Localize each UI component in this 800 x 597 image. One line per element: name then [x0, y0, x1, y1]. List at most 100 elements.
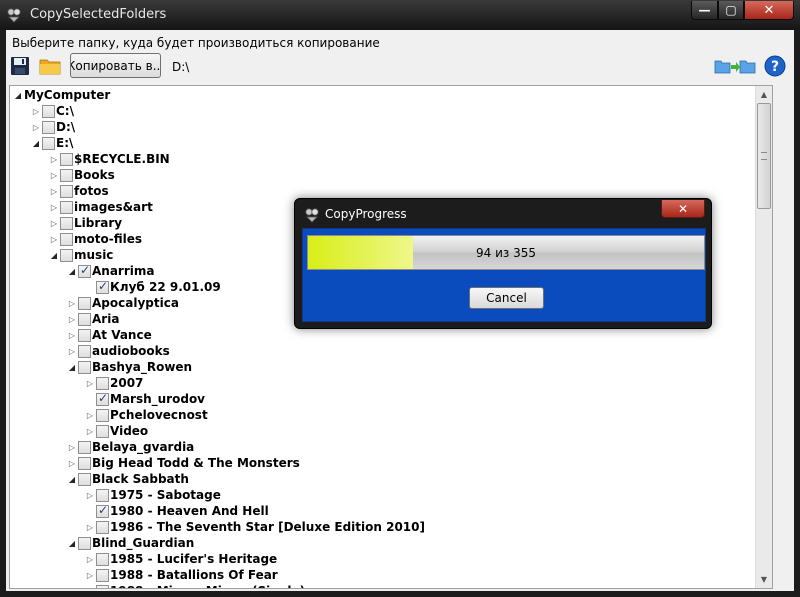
tree-node[interactable]: ▷ audiobooks	[66, 343, 170, 359]
title-bar[interactable]: CopySelectedFolders — ▢ ✕	[0, 0, 800, 30]
tree-node[interactable]: 1980 - Heaven And Hell	[84, 503, 269, 519]
collapse-arrow-icon[interactable]: ◢	[30, 137, 42, 149]
folder-checkbox[interactable]	[96, 584, 109, 588]
tree-node[interactable]: ▷ Big Head Todd & The Monsters	[66, 455, 300, 471]
folder-checkbox[interactable]	[60, 232, 73, 246]
collapse-arrow-icon[interactable]: ◢	[48, 249, 60, 261]
folder-checkbox[interactable]	[78, 472, 91, 486]
tree-scrollbar[interactable]: ▲ ▼	[755, 86, 772, 588]
expand-arrow-icon[interactable]: ▷	[84, 409, 96, 421]
dialog-close-button[interactable]: ✕	[661, 200, 705, 218]
tree-node[interactable]: ▷ images&art	[48, 199, 153, 215]
tree-node[interactable]: ▷ 1985 - Lucifer's Heritage	[84, 551, 277, 567]
folder-checkbox[interactable]	[78, 360, 91, 374]
scroll-down-icon[interactable]: ▼	[756, 571, 772, 588]
folder-checkbox[interactable]	[96, 488, 109, 502]
folder-checkbox[interactable]	[78, 328, 91, 342]
expand-arrow-icon[interactable]: ▷	[66, 345, 78, 357]
tree-node[interactable]: ▷ 1975 - Sabotage	[84, 487, 221, 503]
folder-checkbox[interactable]	[78, 296, 91, 310]
tree-node[interactable]: ▷ Video	[84, 423, 148, 439]
expand-arrow-icon[interactable]: ▷	[66, 313, 78, 325]
copy-to-button[interactable]: Копировать в...	[70, 53, 161, 78]
help-icon[interactable]: ?	[764, 55, 786, 77]
tree-node[interactable]: ◢ music	[48, 247, 114, 263]
collapse-arrow-icon[interactable]: ◢	[12, 89, 24, 101]
folder-checkbox[interactable]	[78, 344, 91, 358]
collapse-arrow-icon[interactable]: ◢	[66, 265, 78, 277]
folder-checkbox[interactable]	[96, 279, 109, 294]
expand-arrow-icon[interactable]: ▷	[66, 441, 78, 453]
folder-checkbox[interactable]	[96, 391, 109, 406]
folder-checkbox[interactable]	[78, 456, 91, 470]
folder-checkbox[interactable]	[60, 152, 73, 166]
tree-node[interactable]: ▷ At Vance	[66, 327, 152, 343]
expand-arrow-icon[interactable]: ▷	[48, 217, 60, 229]
tree-node[interactable]: ◢ Anarrima	[66, 263, 155, 279]
folder-checkbox[interactable]	[60, 168, 73, 182]
tree-node[interactable]: ◢ E:\	[30, 135, 73, 151]
expand-arrow-icon[interactable]: ▷	[48, 153, 60, 165]
expand-arrow-icon[interactable]: ▷	[84, 425, 96, 437]
expand-arrow-icon[interactable]: ▷	[84, 569, 96, 581]
tree-node[interactable]: ◢ Blind_Guardian	[66, 535, 194, 551]
expand-arrow-icon[interactable]: ▷	[66, 329, 78, 341]
tree-node[interactable]: ▷ 1988 - Batallions Of Fear	[84, 567, 278, 583]
folder-checkbox[interactable]	[78, 263, 91, 278]
folder-checkbox[interactable]	[96, 408, 109, 422]
folder-checkbox[interactable]	[60, 184, 73, 198]
collapse-arrow-icon[interactable]: ◢	[66, 361, 78, 373]
maximize-button[interactable]: ▢	[718, 1, 744, 20]
tree-node[interactable]: ▷ D:\	[30, 119, 75, 135]
cancel-button[interactable]: Cancel	[469, 287, 544, 309]
folder-checkbox[interactable]	[96, 503, 109, 518]
folder-checkbox[interactable]	[78, 312, 91, 326]
tree-node[interactable]: ▷ Apocalyptica	[66, 295, 179, 311]
folder-checkbox[interactable]	[60, 216, 73, 230]
tree-node[interactable]: ▷ 1986 - The Seventh Star [Deluxe Edition…	[84, 519, 425, 535]
tree-node[interactable]: ◢ Bashya_Rowen	[66, 359, 192, 375]
expand-arrow-icon[interactable]: ▷	[30, 105, 42, 117]
expand-arrow-icon[interactable]: ▷	[84, 521, 96, 533]
expand-arrow-icon[interactable]: ▷	[48, 201, 60, 213]
expand-arrow-icon[interactable]: ▷	[66, 297, 78, 309]
expand-arrow-icon[interactable]: ▷	[84, 553, 96, 565]
folder-checkbox[interactable]	[42, 104, 55, 118]
folder-checkbox[interactable]	[60, 200, 73, 214]
expand-arrow-icon[interactable]: ▷	[84, 585, 96, 589]
scroll-thumb[interactable]	[757, 103, 771, 209]
tree-node[interactable]: Marsh_urodov	[84, 391, 205, 407]
expand-arrow-icon[interactable]: ▷	[84, 489, 96, 501]
close-button[interactable]: ✕	[744, 1, 794, 20]
tree-node[interactable]: ▷ C:\	[30, 103, 74, 119]
expand-arrow-icon[interactable]: ▷	[66, 457, 78, 469]
tree-node[interactable]: ◢ MyComputer	[12, 87, 110, 103]
folder-checkbox[interactable]	[42, 120, 55, 134]
expand-arrow-icon[interactable]: ▷	[48, 233, 60, 245]
save-icon[interactable]	[9, 55, 31, 77]
scroll-up-icon[interactable]: ▲	[756, 86, 772, 103]
folder-checkbox[interactable]	[96, 376, 109, 390]
expand-arrow-icon[interactable]: ▷	[48, 185, 60, 197]
tree-node[interactable]: ▷ $RECYCLE.BIN	[48, 151, 170, 167]
folder-tree[interactable]: ◢ MyComputer ▷ C:\ ▷ D:\ ◢ E:\ ▷ $RECYCLE.BIN ▷ Boo…	[9, 85, 773, 589]
folder-checkbox[interactable]	[96, 424, 109, 438]
folder-checkbox[interactable]	[42, 136, 55, 150]
tree-node[interactable]: ▷ moto-files	[48, 231, 142, 247]
tree-node[interactable]: ▷ Books	[48, 167, 115, 183]
folder-checkbox[interactable]	[78, 536, 91, 550]
folder-checkbox[interactable]	[60, 248, 73, 262]
tree-node[interactable]: ▷ Library	[48, 215, 122, 231]
tree-node[interactable]: ▷ Pchelovecnost	[84, 407, 208, 423]
tree-node[interactable]: ▷ Aria	[66, 311, 120, 327]
minimize-button[interactable]: —	[691, 1, 718, 20]
folder-checkbox[interactable]	[78, 440, 91, 454]
folder-checkbox[interactable]	[96, 568, 109, 582]
folder-icon[interactable]	[39, 55, 61, 77]
tree-node[interactable]: ▷ fotos	[48, 183, 109, 199]
tree-node[interactable]: ▷ 2007	[84, 375, 143, 391]
expand-arrow-icon[interactable]: ▷	[84, 377, 96, 389]
expand-arrow-icon[interactable]: ▷	[48, 169, 60, 181]
collapse-arrow-icon[interactable]: ◢	[66, 537, 78, 549]
tree-node[interactable]: ▷ 1988 - Mirror, Mirror (Single)	[84, 583, 305, 589]
